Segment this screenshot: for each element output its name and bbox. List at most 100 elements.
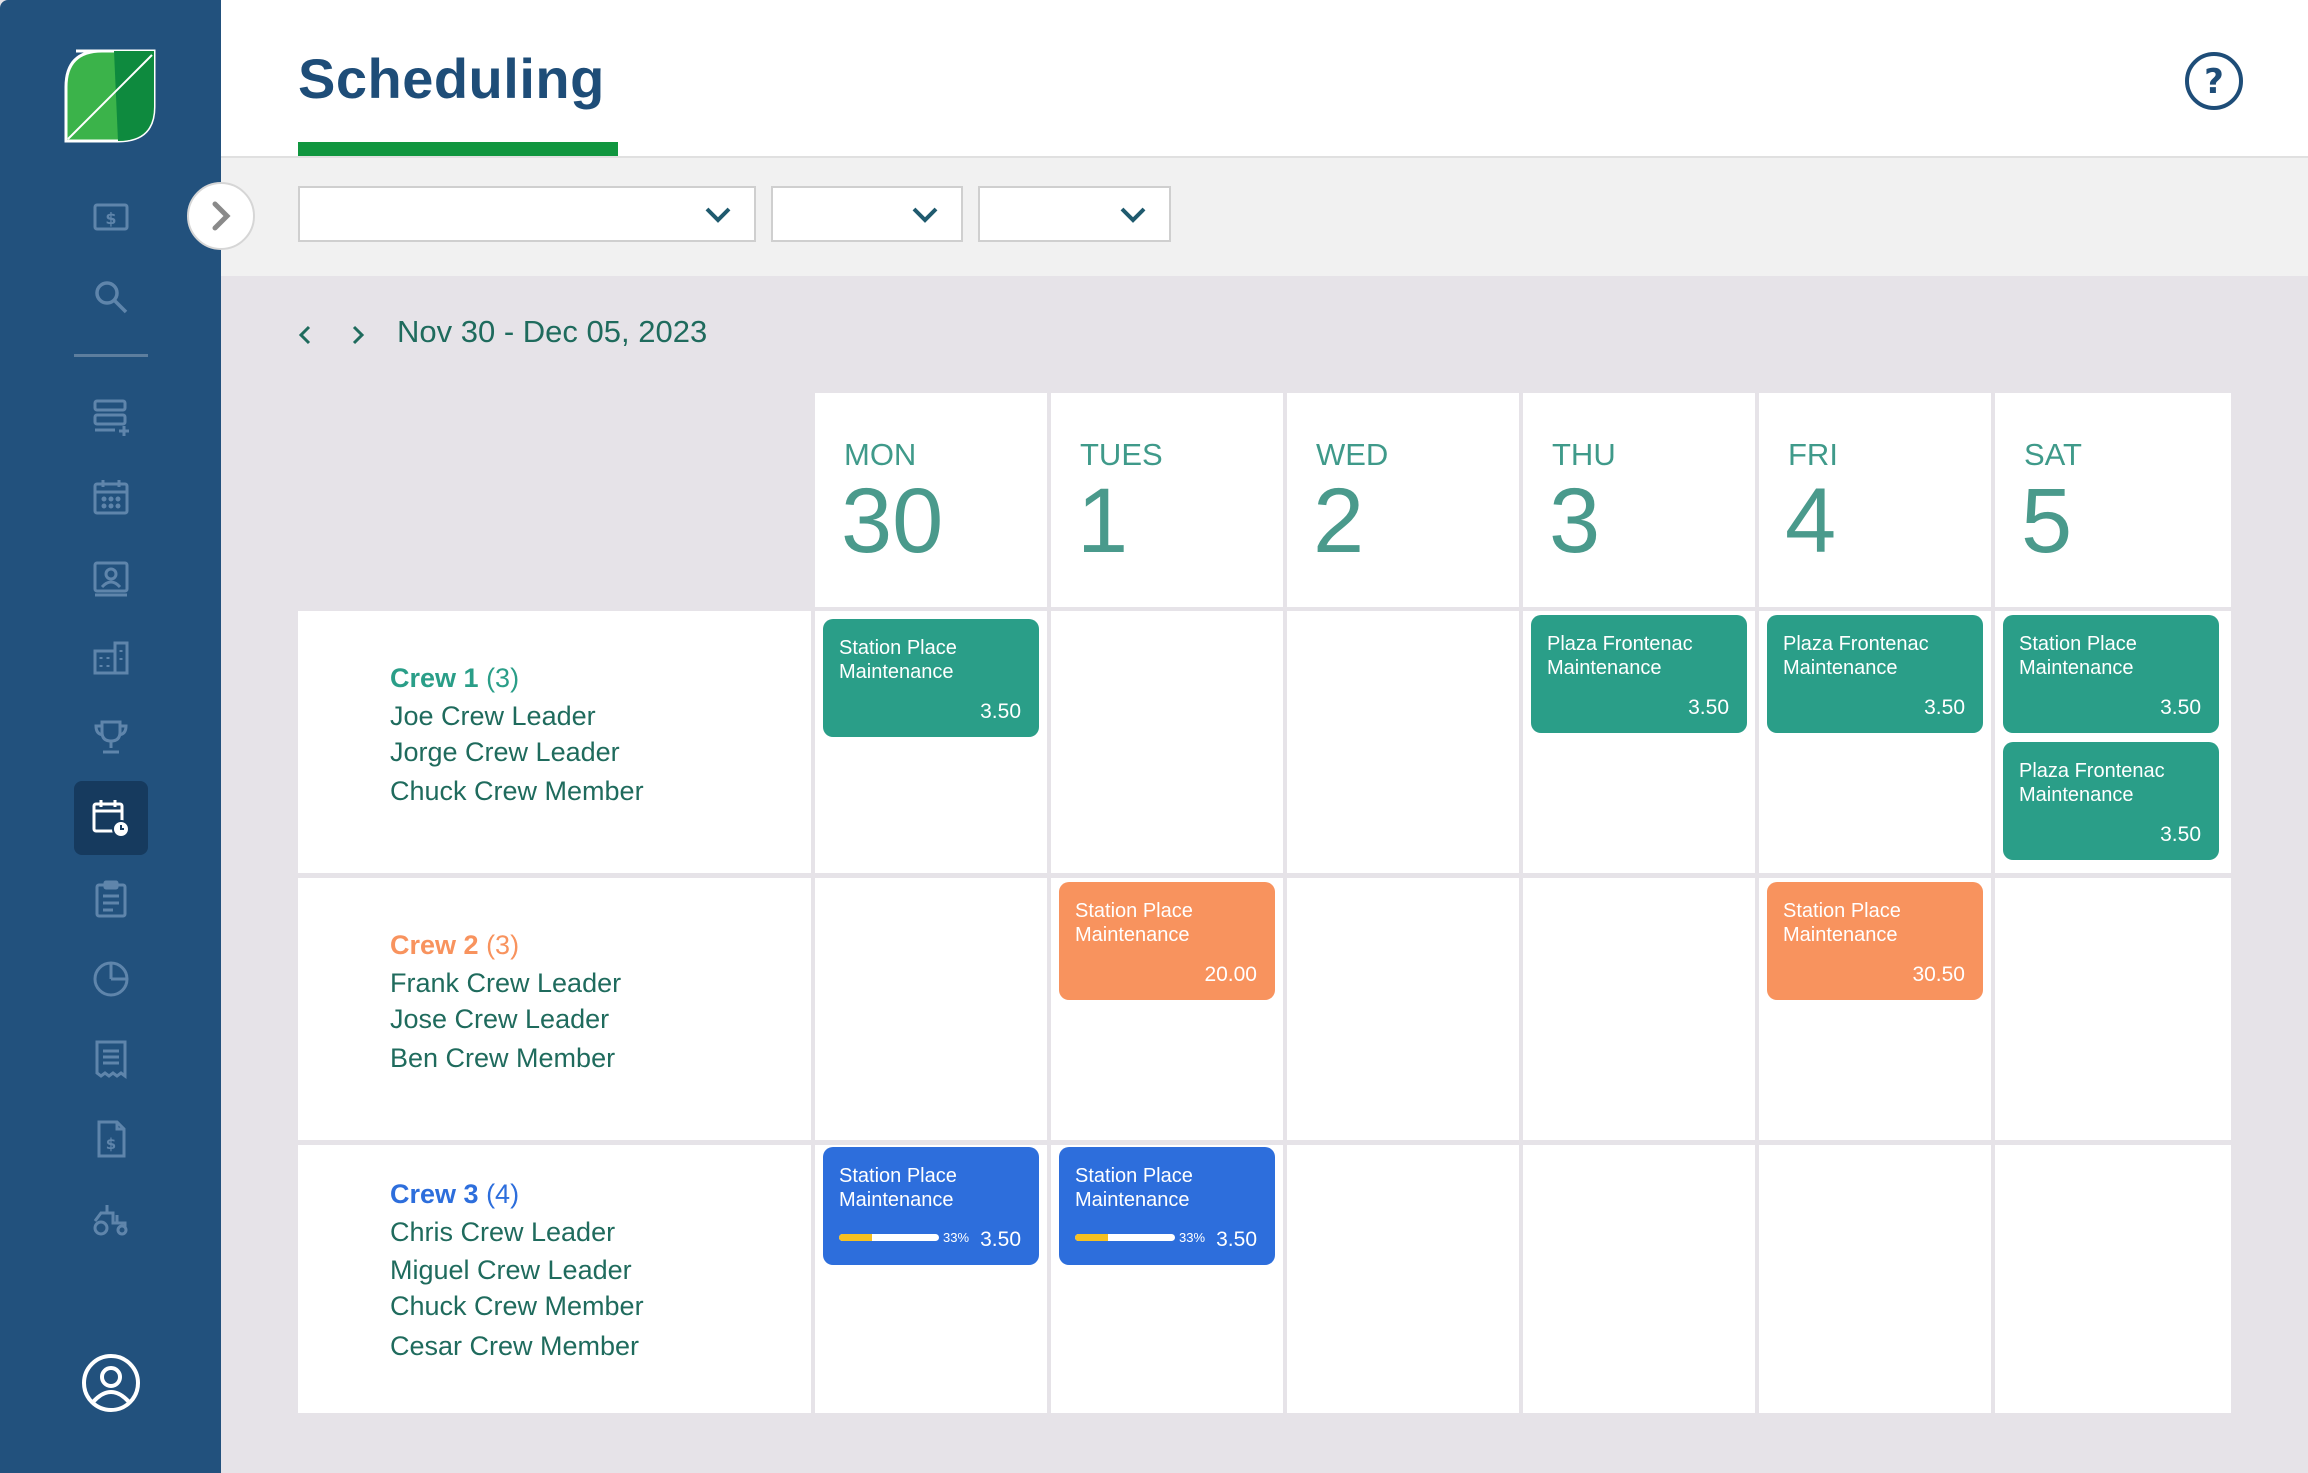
help-icon[interactable]: ? — [2183, 50, 2245, 112]
nav-scheduling[interactable] — [74, 781, 148, 855]
day-header-mon: MON 30 — [815, 393, 1047, 607]
logo-icon[interactable] — [62, 47, 158, 145]
day-cell[interactable] — [1995, 878, 2231, 1140]
day-header-fri: FRI 4 — [1759, 393, 1991, 607]
day-of-month: 30 — [841, 470, 944, 572]
nav-invoices[interactable]: $ — [84, 1112, 138, 1166]
day-of-week: WED — [1316, 437, 1389, 472]
day-cell[interactable] — [1995, 1145, 2231, 1413]
day-of-month: 4 — [1785, 470, 1837, 572]
day-of-month: 3 — [1549, 470, 1601, 572]
job-hours: 3.50 — [1216, 1228, 1257, 1251]
nav-properties[interactable] — [84, 630, 138, 684]
crew-member: Jorge Crew Leader — [390, 737, 620, 767]
pie-chart-icon — [93, 961, 129, 997]
job-card[interactable]: Station Place Maintenance 3.50 — [823, 619, 1039, 737]
chevron-left-icon — [298, 325, 311, 345]
day-cell[interactable] — [1287, 1145, 1519, 1413]
day-cell[interactable] — [1759, 1145, 1991, 1413]
crew-name[interactable]: Crew 3 (4) — [390, 1179, 519, 1210]
day-header-tue: TUES 1 — [1051, 393, 1283, 607]
nav-clipboard[interactable] — [84, 872, 138, 926]
active-tab-underline — [298, 142, 618, 156]
crew-member: Chris Crew Leader — [390, 1217, 616, 1247]
day-of-week: FRI — [1788, 437, 1838, 472]
day-header-wed: WED 2 — [1287, 393, 1519, 607]
job-name: Plaza Frontenac Maintenance — [2019, 760, 2165, 806]
filter-select-2[interactable] — [771, 186, 963, 242]
job-card[interactable]: Plaza Frontenac Maintenance 3.50 — [1531, 615, 1747, 733]
job-hours: 3.50 — [980, 1228, 1021, 1251]
job-card[interactable]: Station Place Maintenance 3.50 — [2003, 615, 2219, 733]
nav-search[interactable] — [84, 270, 138, 324]
job-card[interactable]: Station Place Maintenance 20.00 — [1059, 882, 1275, 1000]
day-of-month: 5 — [2021, 470, 2073, 572]
job-name: Plaza Frontenac Maintenance — [1547, 633, 1693, 679]
job-card[interactable]: Plaza Frontenac Maintenance 3.50 — [2003, 742, 2219, 860]
calendar-icon — [93, 480, 129, 515]
crew-member: Miguel Crew Leader — [390, 1255, 632, 1285]
job-card[interactable]: Station Place Maintenance 33% 3.50 — [823, 1147, 1039, 1265]
day-cell[interactable] — [1523, 878, 1755, 1140]
day-cell[interactable] — [1287, 611, 1519, 873]
building-icon — [93, 641, 129, 675]
crew-row-2: Crew 2 (3) Frank Crew Leader Jose Crew L… — [298, 878, 2231, 1140]
add-list-icon — [93, 399, 129, 436]
nav-awards[interactable] — [84, 710, 138, 764]
crew-row-1: Crew 1 (3) Joe Crew Leader Jorge Crew Le… — [298, 611, 2231, 873]
progress-fill — [1075, 1234, 1108, 1241]
nav-add-list[interactable] — [84, 390, 138, 444]
filter-select-3[interactable] — [978, 186, 1171, 242]
svg-text:$: $ — [106, 1135, 116, 1153]
page-title: Scheduling — [298, 47, 605, 110]
chevron-down-icon — [912, 207, 938, 223]
job-name: Station Place Maintenance — [1783, 900, 1901, 946]
crew-name[interactable]: Crew 2 (3) — [390, 930, 519, 961]
job-card[interactable]: Station Place Maintenance 30.50 — [1767, 882, 1983, 1000]
schedule-icon — [92, 800, 130, 838]
nav-dollar[interactable]: $ — [84, 190, 138, 244]
dollar-icon: $ — [93, 203, 129, 231]
day-cell[interactable] — [1523, 1145, 1755, 1413]
job-card[interactable]: Station Place Maintenance 33% 3.50 — [1059, 1147, 1275, 1265]
chevron-right-icon — [352, 325, 365, 345]
nav-reports[interactable] — [84, 952, 138, 1006]
invoice-icon: $ — [97, 1120, 126, 1158]
progress-fill — [839, 1234, 872, 1241]
day-cell[interactable] — [815, 878, 1047, 1140]
nav-equipment[interactable] — [84, 1192, 138, 1246]
crew-cell: Crew 1 (3) Joe Crew Leader Jorge Crew Le… — [298, 611, 811, 873]
contact-icon — [93, 561, 129, 597]
sidebar-expand-button[interactable] — [187, 182, 255, 250]
job-hours: 20.00 — [1204, 963, 1257, 986]
prev-week-button[interactable] — [290, 318, 320, 352]
nav-contacts[interactable] — [84, 550, 138, 604]
day-cell[interactable] — [1287, 878, 1519, 1140]
crew-member: Cesar Crew Member — [390, 1331, 640, 1361]
crew-name[interactable]: Crew 1 (3) — [390, 663, 519, 694]
crew-member: Ben Crew Member — [390, 1043, 616, 1073]
day-header-sat: SAT 5 — [1995, 393, 2231, 607]
day-of-month: 2 — [1313, 470, 1365, 572]
crew-member: Jose Crew Leader — [390, 1004, 610, 1034]
day-of-week: SAT — [2024, 437, 2082, 472]
progress-bar — [839, 1234, 939, 1241]
profile-icon[interactable] — [80, 1352, 142, 1414]
job-name: Plaza Frontenac Maintenance — [1783, 633, 1929, 679]
next-week-button[interactable] — [343, 318, 373, 352]
search-icon — [95, 281, 128, 314]
nav-calendar[interactable] — [84, 470, 138, 524]
job-name: Station Place Maintenance — [839, 1165, 957, 1211]
day-of-month: 1 — [1077, 470, 1129, 572]
filter-select-1[interactable] — [298, 186, 756, 242]
day-cell[interactable] — [1051, 611, 1283, 873]
job-name: Station Place Maintenance — [839, 637, 957, 683]
job-card[interactable]: Plaza Frontenac Maintenance 3.50 — [1767, 615, 1983, 733]
job-hours: 3.50 — [1924, 696, 1965, 719]
crew-member: Chuck Crew Member — [390, 776, 644, 806]
svg-text:?: ? — [2204, 62, 2224, 102]
crew-cell: Crew 2 (3) Frank Crew Leader Jose Crew L… — [298, 878, 811, 1140]
day-of-week: TUES — [1080, 437, 1163, 472]
job-hours: 3.50 — [2160, 696, 2201, 719]
nav-receipts[interactable] — [84, 1032, 138, 1086]
